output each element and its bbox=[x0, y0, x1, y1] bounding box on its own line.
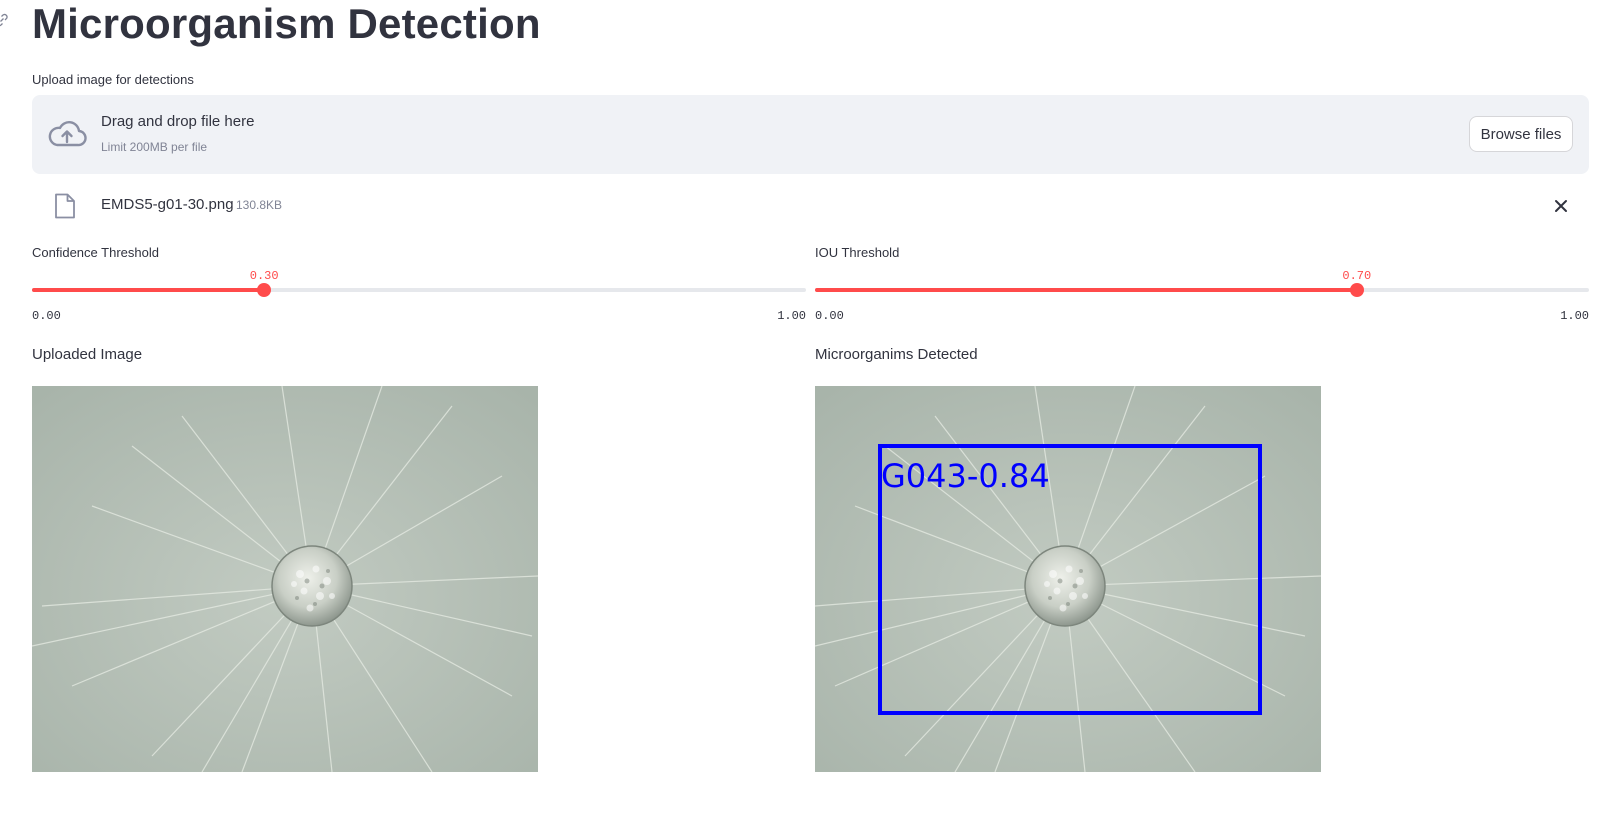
iou-slider-max: 1.00 bbox=[1560, 309, 1589, 323]
detection-label: G043-0.84 bbox=[881, 457, 1050, 495]
confidence-slider-min: 0.00 bbox=[32, 309, 61, 323]
iou-slider-track[interactable] bbox=[815, 283, 1589, 297]
close-icon[interactable] bbox=[1551, 196, 1571, 216]
iou-slider-value: 0.70 bbox=[1342, 269, 1372, 283]
browse-files-button[interactable]: Browse files bbox=[1469, 116, 1573, 152]
iou-slider-min: 0.00 bbox=[815, 309, 844, 323]
iou-slider-block: IOU Threshold 0.70 0.00 1.00 bbox=[815, 245, 1589, 325]
iou-slider-fill bbox=[815, 288, 1357, 292]
confidence-slider-track[interactable] bbox=[32, 283, 806, 297]
uploaded-image bbox=[32, 386, 538, 772]
iou-slider-thumb[interactable] bbox=[1349, 283, 1364, 297]
file-icon bbox=[55, 193, 75, 219]
confidence-slider-fill bbox=[32, 288, 265, 292]
uploaded-file-row: EMDS5-g01-30.png 130.8KB bbox=[32, 188, 1589, 224]
file-dropzone[interactable]: Drag and drop file here Limit 200MB per … bbox=[32, 95, 1589, 174]
confidence-slider-block: Confidence Threshold 0.30 0.00 1.00 bbox=[32, 245, 806, 325]
file-name: EMDS5-g01-30.png bbox=[101, 196, 234, 213]
app-page: Microorganism Detection Upload image for… bbox=[0, 0, 1617, 814]
page-title: Microorganism Detection bbox=[32, 0, 541, 47]
uploader-label: Upload image for detections bbox=[32, 72, 194, 87]
uploaded-image-caption: Uploaded Image bbox=[32, 346, 143, 363]
iou-slider-label: IOU Threshold bbox=[815, 245, 900, 260]
detected-image: G043-0.84 bbox=[815, 386, 1321, 772]
link-icon[interactable] bbox=[0, 12, 10, 28]
cloud-upload-icon bbox=[48, 121, 87, 147]
confidence-slider-value: 0.30 bbox=[249, 269, 279, 283]
dropzone-instructions: Drag and drop file here bbox=[101, 113, 255, 130]
detected-image-caption: Microorganims Detected bbox=[815, 346, 978, 363]
file-size: 130.8KB bbox=[236, 198, 283, 212]
confidence-slider-max: 1.00 bbox=[777, 309, 806, 323]
confidence-slider-thumb[interactable] bbox=[257, 283, 272, 297]
dropzone-limit: Limit 200MB per file bbox=[101, 140, 208, 154]
confidence-slider-label: Confidence Threshold bbox=[32, 245, 159, 260]
